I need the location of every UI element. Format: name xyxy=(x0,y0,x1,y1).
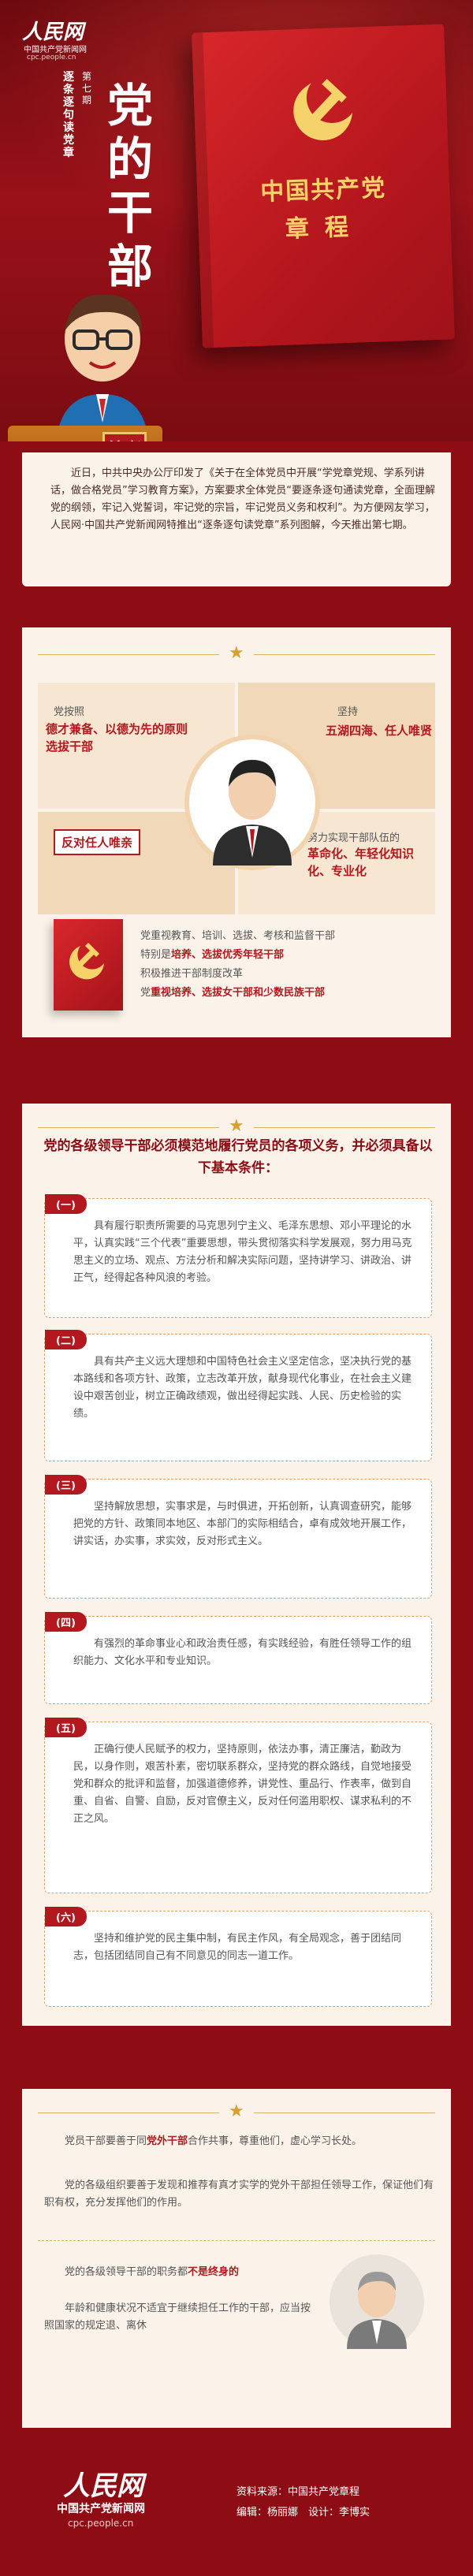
logo-url: cpc.people.cn xyxy=(27,54,76,61)
star-icon: ★ xyxy=(229,2101,244,2121)
star-icon: ★ xyxy=(229,643,244,663)
intro-card: 近日，中共中央办公厅印发了《关于在全体党员中开展“学党章党规、学系列讲话，做合格… xyxy=(22,452,451,586)
leader-requirements-section: ★ 党的各级领导干部必须模范地履行党员的各项义务，并必须具备以下基本条件： (一… xyxy=(22,1104,451,2026)
non-party-cadre-section: ★ 党员干部要善于同党外干部合作共事，尊重他们，虚心学习长处。 党的各级组织要善… xyxy=(22,2089,451,2428)
editor-cartoon-icon xyxy=(56,294,149,441)
requirement-text: 坚持解放思想，实事求是，与时俱进，开拓创新，认真调查研究，能够把党的方针、政策同… xyxy=(73,1501,412,1547)
header-banner: 人民网 中国共产党新闻网 cpc.people.cn 逐条逐句读党章 第七期 党… xyxy=(0,0,473,441)
quad2-principle: 五湖四海、任人唯贤 xyxy=(325,724,432,738)
retiree-avatar xyxy=(330,2254,424,2349)
quad4-goals: 革命化、年轻化知识化、专业化 xyxy=(307,847,415,878)
cadre-duty-line-3: 积极推进干部制度改革 xyxy=(140,968,244,980)
episode-number: 第七期 xyxy=(81,71,91,106)
page-title: 党的干部 xyxy=(106,79,153,293)
party-constitution-book: 中国共产党 章程 xyxy=(192,24,455,348)
star-icon: ★ xyxy=(229,1116,244,1136)
quad1-principle: 德才兼备、以德为先的原则选拔干部 xyxy=(46,722,188,754)
requirement-number: (五) xyxy=(45,1718,87,1737)
requirement-text: 有强烈的革命事业心和政治责任感，有实践经验，有胜任领导工作的组织能力、文化水平和… xyxy=(73,1638,412,1667)
oppose-nepotism-box: 反对任人唯亲 xyxy=(54,829,141,855)
mini-constitution-book xyxy=(54,919,123,1011)
cadre-avatar xyxy=(189,739,315,865)
cadre-duty-line-4: 党重视培养、选拔女干部和少数民族干部 xyxy=(140,987,326,999)
requirement-number: (三) xyxy=(45,1475,87,1495)
people-daily-logo[interactable]: 人民网 xyxy=(22,16,84,45)
quad1-label: 党按照 xyxy=(54,706,85,718)
footer-url[interactable]: cpc.people.cn xyxy=(68,2518,133,2529)
requirement-item: (二) 具有共产主义远大理想和中国特色社会主义坚定信念，坚决执行党的基本路线和各… xyxy=(44,1330,432,1461)
elderly-official-icon xyxy=(347,2272,407,2349)
requirement-item: (五) 正确行使人民赋予的权力，坚持原则，依法办事，清正廉洁，勤政为民，以身作则… xyxy=(44,1718,432,1893)
requirement-number: (四) xyxy=(45,1612,87,1632)
footer: 人民网 中国共产党新闻网 cpc.people.cn 资料来源：中国共产党章程 … xyxy=(0,2453,473,2576)
series-name: 逐条逐句读党章 xyxy=(63,71,74,159)
requirement-text: 坚持和维护党的民主集中制，有民主作风，有全局观念，善于团结同志，包括团结同自己有… xyxy=(73,1933,402,1962)
quad2-label: 坚持 xyxy=(337,706,359,718)
requirements-heading: 党的各级领导干部必须模范地履行党员的各项义务，并必须具备以下基本条件： xyxy=(43,1138,433,1176)
footer-logo-subtitle: 中国共产党新闻网 xyxy=(57,2503,145,2515)
cadre-selection-section: ★ 党按照 德才兼备、以德为先的原则选拔干部 坚持 五湖四海、任人唯贤 反对任人… xyxy=(22,627,451,1037)
requirement-number: (一) xyxy=(45,1194,87,1214)
requirement-item: (四) 有强烈的革命事业心和政治责任感，有实践经验，有胜任领导工作的组织能力、文… xyxy=(44,1612,432,1704)
editor-designer-credit: 编辑：杨丽娜 设计：李博实 xyxy=(236,2507,371,2518)
footer-logo[interactable]: 人民网 xyxy=(63,2464,143,2503)
requirement-number: (二) xyxy=(45,1330,87,1349)
cadre-duty-line-1: 党重视教育、培训、选拔、考核和监督干部 xyxy=(140,930,336,942)
book-title: 中国共产党 xyxy=(259,174,387,207)
requirement-text: 具有共产主义远大理想和中国特色社会主义坚定信念，坚决执行党的基本路线和各项方针、… xyxy=(73,1356,412,1420)
requirement-text: 正确行使人民赋予的权力，坚持原则，依法办事，清正廉洁，勤政为民，以身作则，艰苦朴… xyxy=(73,1744,412,1825)
intro-paragraph: 近日，中共中央办公厅印发了《关于在全体党员中开展“学党章党规、学系列讲话，做合格… xyxy=(50,467,435,531)
hammer-sickle-icon xyxy=(69,943,104,980)
cadre-duty-line-2: 特别是培养、选拔优秀年轻干部 xyxy=(140,949,285,961)
non-party-recommendation-paragraph: 党的各级组织要善于发现和推荐有真才实学的党外干部担任领导工作，保证他们有职有权，… xyxy=(44,2180,434,2209)
requirement-item: (六) 坚持和维护党的民主集中制，有民主作风，有全局观念，善于团结同志，包括团结… xyxy=(44,1907,432,2007)
editor-note-badge: 编者按 xyxy=(102,432,147,441)
hammer-sickle-icon xyxy=(293,78,352,140)
term-limit-paragraph: 党的各级领导干部的职务都不是终身的 xyxy=(65,2266,240,2278)
requirement-number: (六) xyxy=(45,1907,87,1926)
non-party-cooperation-paragraph: 党员干部要善于同党外干部合作共事，尊重他们，虚心学习长处。 xyxy=(65,2135,363,2147)
requirement-item: (一) 具有履行职责所需要的马克思列宁主义、毛泽东思想、邓小平理论的水平，认真实… xyxy=(44,1194,432,1318)
logo-subtitle: 中国共产党新闻网 xyxy=(24,46,87,54)
quad4-label: 努力实现干部队伍的 xyxy=(307,832,400,844)
book-subtitle: 章程 xyxy=(285,213,365,244)
official-portrait-icon xyxy=(213,760,292,865)
requirement-text: 具有履行职责所需要的马克思列宁主义、毛泽东思想、邓小平理论的水平，认真实践“三个… xyxy=(73,1220,412,1284)
source-credit: 资料来源：中国共产党章程 xyxy=(236,2486,360,2498)
retirement-paragraph: 年龄和健康状况不适宜于继续担任工作的干部，应当按照国家的规定退、离休 xyxy=(44,2302,311,2332)
requirement-item: (三) 坚持解放思想，实事求是，与时俱进，开拓创新，认真调查研究，能够把党的方针… xyxy=(44,1475,432,1599)
